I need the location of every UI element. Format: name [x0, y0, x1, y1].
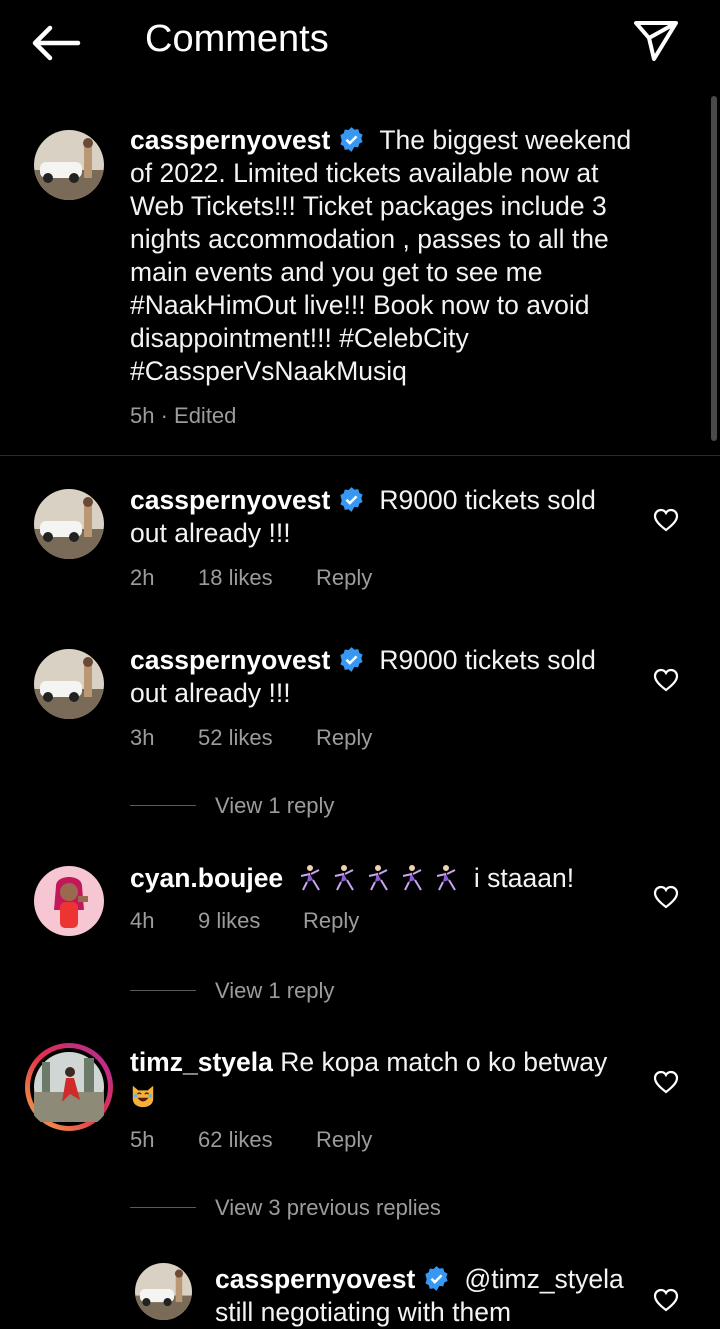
reply-button[interactable]: Reply [316, 1127, 372, 1153]
verified-badge-icon [340, 127, 363, 152]
view-replies-button[interactable]: View 3 previous replies [215, 1195, 441, 1221]
view-replies-line [130, 805, 196, 806]
reply-text: casspernyovest @timz_styela still negotia… [215, 1263, 625, 1329]
heart-icon[interactable] [653, 1288, 679, 1312]
avatar[interactable] [34, 866, 104, 936]
dancing-person-icon [368, 865, 388, 891]
dancing-person-icon [402, 865, 422, 891]
view-replies-line [130, 1207, 196, 1208]
view-replies-line [130, 990, 196, 991]
dancing-person-icon [300, 865, 320, 891]
comment-likes[interactable]: 18 likes [198, 565, 273, 591]
comment-text: casspernyovest R9000 tickets sold out alr… [130, 644, 630, 710]
dancing-person-icon [436, 865, 456, 891]
comment-username[interactable]: cyan.boujee [130, 863, 283, 893]
send-icon[interactable] [632, 18, 680, 64]
comment-time: 2h [130, 565, 155, 590]
heart-icon[interactable] [653, 1070, 679, 1094]
comment-likes[interactable]: 9 likes [198, 908, 260, 934]
reply-button[interactable]: Reply [316, 565, 372, 591]
page-title: Comments [145, 18, 329, 60]
comment-text: timz_styela Re kopa match o ko betway [130, 1046, 630, 1112]
avatar-story-ring[interactable] [24, 1042, 114, 1132]
divider [0, 455, 720, 456]
laughing-cat-icon [132, 1085, 154, 1108]
comment-time: 4h [130, 908, 155, 933]
comment-text: cyan.boujee i staaan! [130, 862, 630, 895]
comment-username[interactable]: casspernyovest [130, 645, 330, 675]
comment-username[interactable]: timz_styela [130, 1047, 273, 1077]
caption-username[interactable]: casspernyovest [130, 125, 330, 155]
view-replies-button[interactable]: View 1 reply [215, 978, 334, 1004]
dancing-emojis [297, 863, 474, 893]
reply-username[interactable]: casspernyovest [215, 1264, 415, 1294]
reply-button[interactable]: Reply [303, 908, 359, 934]
reply-button[interactable]: Reply [316, 725, 372, 751]
verified-badge-icon [425, 1266, 448, 1291]
header-bar: Comments [0, 0, 720, 84]
heart-icon[interactable] [653, 885, 679, 909]
back-arrow-icon[interactable] [28, 22, 84, 64]
avatar[interactable] [34, 649, 104, 719]
verified-badge-icon [340, 647, 363, 672]
scrollbar[interactable] [711, 96, 717, 441]
comment-username[interactable]: casspernyovest [130, 485, 330, 515]
avatar[interactable] [34, 130, 104, 200]
heart-icon[interactable] [653, 508, 679, 532]
avatar[interactable] [135, 1263, 192, 1320]
caption-body: The biggest weekend of 2022. Limited tic… [130, 125, 632, 386]
comment-likes[interactable]: 62 likes [198, 1127, 273, 1153]
comment-likes[interactable]: 52 likes [198, 725, 273, 751]
view-replies-button[interactable]: View 1 reply [215, 793, 334, 819]
caption-text: casspernyovest The biggest weekend of 202… [130, 124, 650, 388]
heart-icon[interactable] [653, 668, 679, 692]
comment-body: i staaan! [473, 863, 575, 893]
dancing-person-icon [334, 865, 354, 891]
avatar[interactable] [34, 489, 104, 559]
verified-badge-icon [340, 487, 363, 512]
comment-time: 5h [130, 1127, 155, 1152]
caption-time: 5h · Edited [130, 403, 237, 428]
comment-time: 3h [130, 725, 155, 750]
comment-body: Re kopa match o ko betway [280, 1047, 608, 1077]
comment-text: casspernyovest R9000 tickets sold out alr… [130, 484, 630, 550]
